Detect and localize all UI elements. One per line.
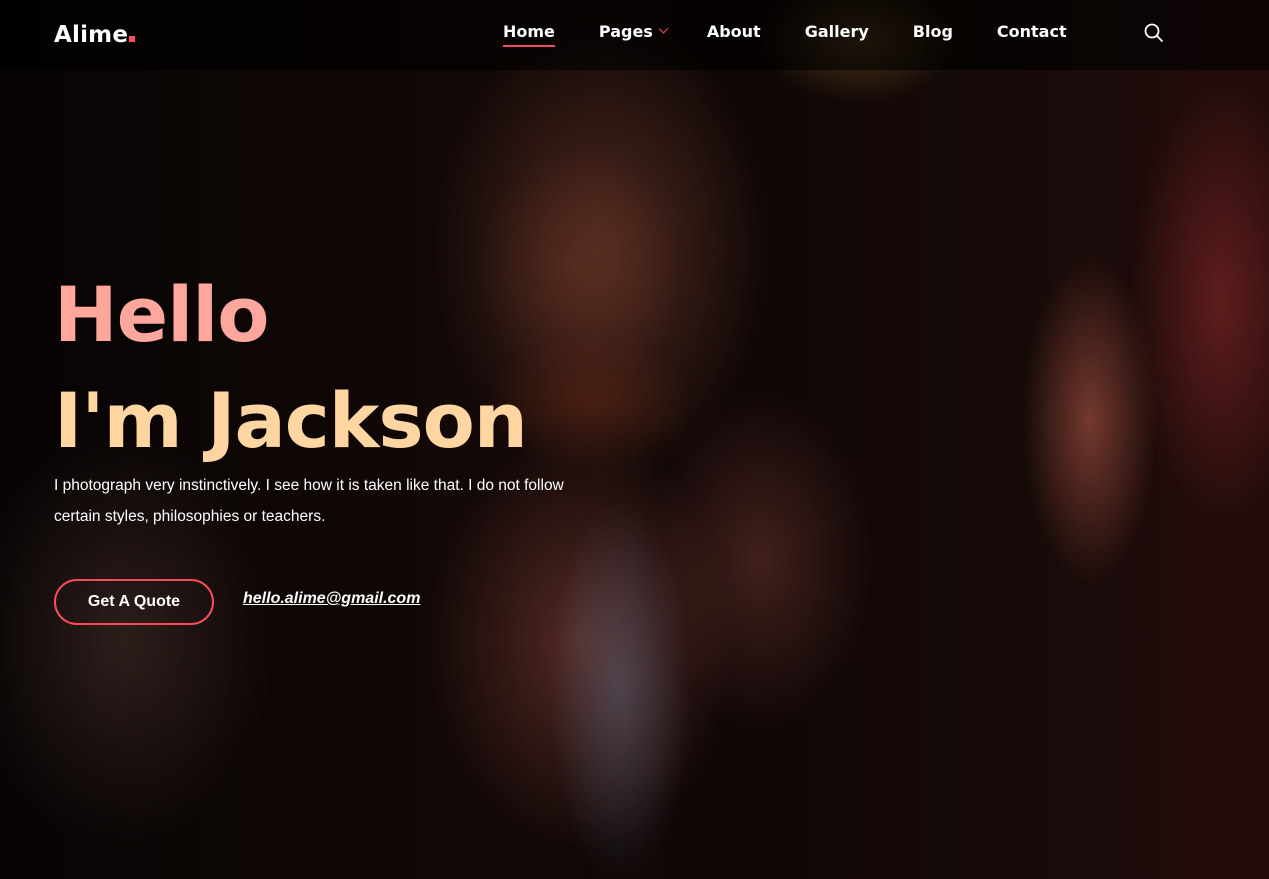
hero-title-name: I'm Jackson: [54, 376, 528, 465]
get-a-quote-button[interactable]: Get A Quote: [54, 579, 214, 625]
site-logo[interactable]: Alime: [54, 22, 136, 48]
nav-item-pages[interactable]: Pages: [598, 22, 669, 47]
email-link[interactable]: hello.alime@gmail.com: [243, 590, 420, 608]
nav-item-blog[interactable]: Blog: [913, 22, 953, 47]
hero-description: I photograph very instinctively. I see h…: [54, 477, 564, 525]
main-nav: Home Pages About Gallery Blog Contact: [503, 22, 1067, 47]
logo-dot: [129, 36, 136, 42]
hero-title: Hello I'm Jackson: [54, 262, 528, 474]
nav-item-about[interactable]: About: [707, 22, 761, 47]
search-icon: [1144, 23, 1163, 42]
nav-item-gallery[interactable]: Gallery: [805, 22, 869, 47]
hero-title-greeting: Hello: [54, 270, 269, 359]
search-button[interactable]: [1143, 22, 1165, 44]
nav-item-pages-label: Pages: [598, 22, 653, 41]
nav-item-contact[interactable]: Contact: [997, 22, 1067, 47]
logo-text: Alime: [54, 22, 129, 48]
site-header: Alime Home Pages About Gallery Blog Cont…: [0, 0, 1269, 70]
nav-item-home[interactable]: Home: [503, 22, 555, 47]
chevron-down-icon: [658, 23, 669, 34]
